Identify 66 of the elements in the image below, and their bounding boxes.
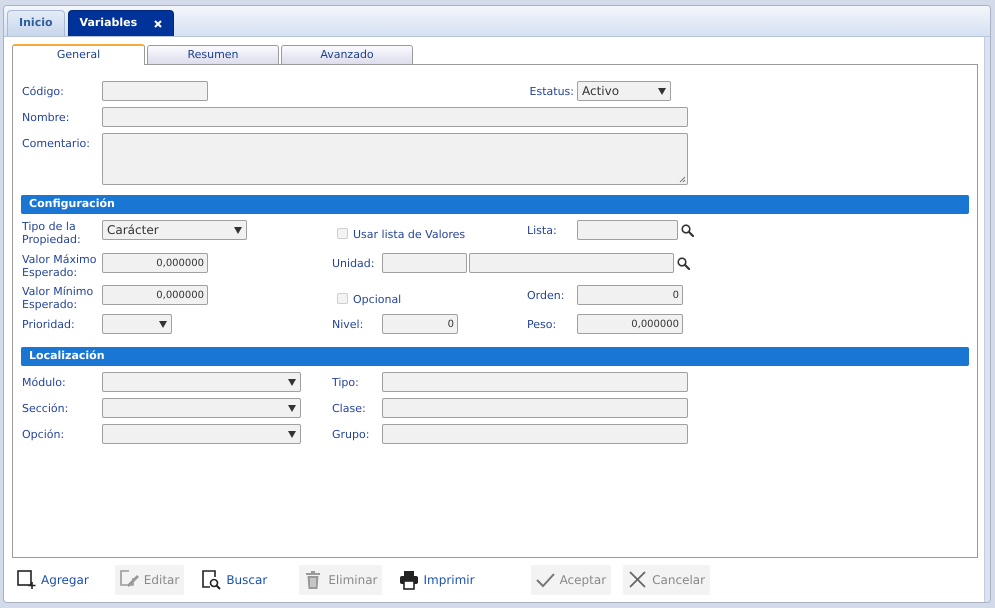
field-label: Peso:	[527, 318, 558, 331]
resize-grip-icon	[679, 176, 686, 183]
sub-tab[interactable]: Resumen	[147, 45, 279, 64]
sub-tab[interactable]: Avanzado	[281, 45, 413, 64]
input-field[interactable]	[469, 253, 674, 273]
dropdown-arrow-icon	[658, 88, 666, 94]
dropdown-arrow-icon	[234, 226, 242, 234]
close-icon[interactable]	[154, 20, 162, 28]
input-field[interactable]	[382, 398, 688, 418]
dropdown-arrow-icon	[288, 430, 296, 438]
dropdown[interactable]: Activo	[577, 81, 671, 101]
add-icon	[17, 570, 37, 590]
field-label: Módulo:	[22, 376, 67, 389]
search-icon	[677, 256, 690, 270]
dropdown-arrow-icon	[288, 404, 296, 412]
field-label: Código:	[22, 85, 65, 98]
field-label: Sección:	[22, 402, 70, 415]
field-label: Clase:	[332, 402, 367, 415]
search-icon	[202, 570, 222, 590]
field-label: Nivel:	[332, 318, 364, 331]
field-label: Grupo:	[332, 428, 370, 441]
section-header: Configuración	[21, 195, 969, 214]
input-field[interactable]	[577, 220, 678, 240]
dropdown-arrow-icon	[288, 378, 296, 386]
field-label: Tipo:	[332, 376, 360, 389]
field-label: Valor Máximo Esperado:	[22, 253, 98, 279]
input-field[interactable]: 0,000000	[102, 253, 208, 273]
toolbar-button[interactable]: Buscar	[197, 565, 272, 595]
field-label: Prioridad:	[22, 318, 76, 331]
dropdown[interactable]	[102, 398, 301, 418]
field-label: Unidad:	[332, 257, 376, 270]
input-field[interactable]	[382, 253, 467, 273]
dropdown-arrow-icon	[159, 320, 167, 328]
edit-icon	[120, 570, 140, 590]
field-label: Orden:	[527, 289, 566, 302]
checkbox-label: Usar lista de Valores	[353, 227, 466, 243]
input-field[interactable]	[382, 372, 688, 392]
close-icon	[628, 570, 648, 590]
field-label: Estatus:	[530, 85, 575, 98]
dropdown[interactable]: Carácter	[102, 220, 247, 240]
input-field[interactable]: 0,000000	[102, 285, 208, 305]
input-field[interactable]: 0	[382, 314, 458, 334]
input-field[interactable]: 0	[577, 285, 683, 305]
dropdown[interactable]	[102, 424, 301, 444]
field-label: Nombre:	[22, 111, 70, 124]
dropdown[interactable]	[102, 372, 301, 392]
input-field[interactable]	[102, 81, 208, 101]
toolbar-button[interactable]: Imprimir	[394, 565, 480, 595]
checkbox-label: Opcional	[353, 292, 402, 308]
toolbar-button[interactable]: Agregar	[12, 565, 94, 595]
printer-icon	[399, 570, 420, 590]
search-icon	[681, 224, 694, 236]
field-label: Valor Mínimo Esperado:	[22, 285, 94, 311]
tab[interactable]: Inicio	[7, 10, 65, 36]
field-label: Comentario:	[22, 137, 91, 150]
field-label: Opción:	[22, 428, 66, 441]
section-header: Localización	[21, 347, 969, 366]
text-area[interactable]	[102, 133, 688, 185]
input-field[interactable]	[102, 107, 688, 127]
field-label: Tipo de la Propiedad:	[22, 220, 82, 246]
sub-tab[interactable]: General	[12, 44, 145, 65]
field-label: Lista:	[527, 224, 558, 237]
input-field[interactable]: 0,000000	[577, 314, 683, 334]
input-field[interactable]	[382, 424, 688, 444]
tab[interactable]: Variables	[68, 10, 174, 36]
dropdown[interactable]	[102, 314, 172, 334]
